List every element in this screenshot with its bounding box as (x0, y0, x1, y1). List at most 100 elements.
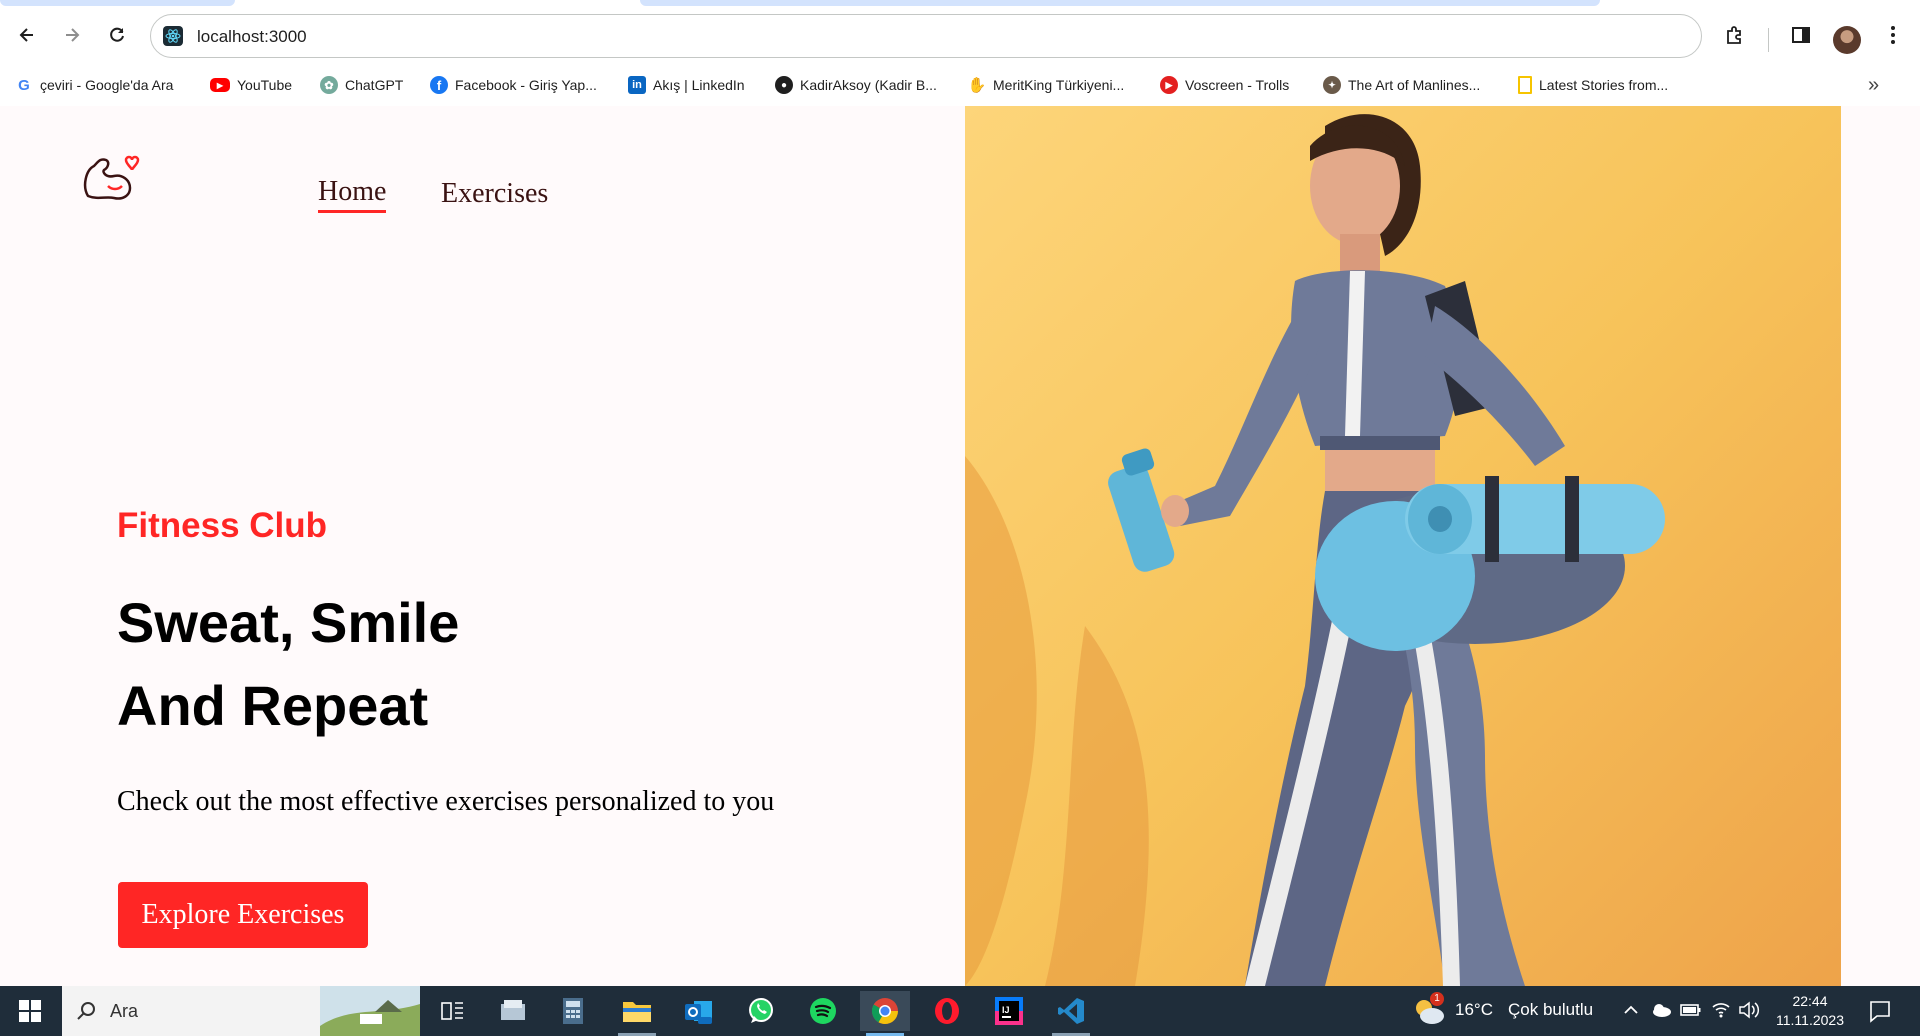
hero-banner-image (965, 106, 1841, 986)
chevron-up-icon (1624, 1005, 1638, 1014)
hero-title-line1: Sweat, Smile (117, 591, 460, 654)
taskbar-app-vscode[interactable] (1046, 991, 1096, 1036)
bookmark-item[interactable]: Latest Stories from... (1518, 74, 1668, 96)
bookmark-label: Voscreen - Trolls (1185, 77, 1290, 93)
github-icon: ● (775, 76, 793, 94)
taskbar-search[interactable]: Ara (62, 986, 420, 1036)
bookmark-label: çeviri - Google'da Ara (40, 77, 174, 93)
wifi-tray[interactable] (1710, 999, 1732, 1024)
notification-center-button[interactable] (1868, 999, 1892, 1028)
clock-date: 11.11.2023 (1776, 1012, 1844, 1028)
toolbar-separator (1768, 28, 1769, 52)
react-site-icon (163, 26, 183, 46)
folder-icon (623, 1002, 651, 1022)
taskbar-app-chrome[interactable] (860, 991, 910, 1036)
volume-tray[interactable] (1738, 1000, 1760, 1025)
weather-description[interactable]: Çok bulutlu (1508, 1000, 1593, 1020)
extensions-button[interactable] (1720, 20, 1750, 50)
chrome-menu-button[interactable] (1878, 20, 1908, 50)
bookmark-label: Latest Stories from... (1539, 77, 1669, 93)
bookmark-yellow-icon (1518, 76, 1532, 94)
windows-logo-icon (19, 1000, 41, 1022)
forward-arrow-icon (66, 28, 80, 42)
weather-temperature[interactable]: 16°C (1455, 1000, 1493, 1020)
bookmark-item[interactable]: ▶ Voscreen - Trolls (1160, 74, 1289, 96)
forward-button[interactable] (55, 18, 89, 52)
nav-home-link[interactable]: Home (318, 176, 387, 213)
whatsapp-icon (749, 998, 773, 1023)
hand-icon: ✋ (967, 77, 987, 94)
weather-badge: 1 (1430, 992, 1444, 1006)
search-highlight-image (320, 986, 420, 1036)
speaker-icon (1739, 1001, 1760, 1019)
bookmark-item[interactable]: ✋ MeritKing Türkiyeni... (967, 74, 1125, 96)
taskbar-app-opera[interactable] (922, 991, 972, 1031)
vscode-icon (1058, 998, 1084, 1024)
search-icon (77, 1002, 95, 1020)
tray-overflow-button[interactable] (1622, 1001, 1640, 1024)
taskbar-app-calculator[interactable] (548, 991, 598, 1031)
kebab-menu-icon (1891, 26, 1895, 44)
bookmark-item[interactable]: ✦ The Art of Manlines... (1323, 74, 1480, 96)
bookmark-label: Akış | LinkedIn (653, 77, 745, 93)
more-bookmarks-button[interactable]: » (1868, 74, 1879, 97)
search-placeholder: Ara (110, 1001, 139, 1021)
reload-button[interactable] (100, 18, 134, 52)
taskbar-app-file-explorer[interactable] (612, 991, 662, 1036)
manliness-icon: ✦ (1323, 76, 1341, 94)
spotify-icon (810, 998, 836, 1024)
voscreen-icon: ▶ (1160, 76, 1178, 94)
nav-exercises-link[interactable]: Exercises (441, 178, 548, 210)
file-explorer-icon (501, 1000, 525, 1020)
bookmarks-bar: G çeviri - Google'da Ara ▶ YouTube ✿ Cha… (0, 64, 1920, 106)
browser-toolbar: localhost:3000 (0, 6, 1920, 64)
address-bar[interactable]: localhost:3000 (150, 14, 1702, 58)
bookmark-item[interactable]: G çeviri - Google'da Ara (15, 74, 173, 96)
youtube-icon: ▶ (210, 78, 230, 92)
puzzle-icon (1727, 26, 1741, 44)
battery-tray[interactable] (1680, 1001, 1702, 1024)
url-text[interactable]: localhost:3000 (197, 27, 307, 47)
task-view-button[interactable] (428, 991, 478, 1031)
chrome-icon (871, 998, 899, 1025)
hero-subtitle: Fitness Club (117, 506, 328, 545)
bookmark-label: MeritKing Türkiyeni... (993, 77, 1125, 93)
start-button[interactable] (0, 986, 60, 1036)
bookmark-label: ChatGPT (345, 77, 404, 93)
task-view-icon (441, 1002, 463, 1020)
bookmark-item[interactable]: ● KadirAksoy (Kadir B... (775, 74, 937, 96)
opera-icon (935, 998, 959, 1024)
hero-title: Sweat, Smile And Repeat (117, 581, 459, 747)
taskbar-app-intellij[interactable]: IJ (984, 991, 1034, 1031)
taskbar-app-outlook[interactable] (674, 991, 724, 1031)
side-panel-button[interactable] (1786, 20, 1816, 50)
double-chevron-right-icon: » (1868, 74, 1880, 96)
bookmark-label: Facebook - Giriş Yap... (455, 77, 597, 93)
bookmark-item[interactable]: f Facebook - Giriş Yap... (430, 74, 597, 96)
back-button[interactable] (10, 18, 44, 52)
bookmark-item[interactable]: in Akış | LinkedIn (628, 74, 745, 96)
svg-text:IJ: IJ (1002, 1005, 1010, 1015)
bookmark-item[interactable]: ✿ ChatGPT (320, 74, 403, 96)
bookmark-item[interactable]: ▶ YouTube (210, 74, 292, 96)
outlook-icon (685, 1001, 712, 1024)
linkedin-icon: in (628, 76, 646, 94)
weather-widget-icon[interactable]: 1 (1412, 992, 1446, 1026)
app-page: Home Exercises Fitness Club Sweat, Smile… (0, 106, 1920, 986)
side-panel-icon (1792, 27, 1810, 43)
clock-time: 22:44 (1792, 993, 1828, 1009)
wifi-icon (1712, 1003, 1730, 1018)
taskbar-app-whatsapp[interactable] (736, 991, 786, 1031)
windows-taskbar: Ara IJ 1 16°C Çok bulutlu 22:44 11.11.20… (0, 986, 1920, 1036)
explore-exercises-button[interactable]: Explore Exercises (118, 882, 368, 948)
system-clock[interactable]: 22:44 11.11.2023 (1770, 992, 1850, 1030)
profile-avatar[interactable] (1833, 26, 1861, 54)
reload-icon (110, 27, 124, 42)
bookmark-label: YouTube (237, 77, 293, 93)
taskbar-app-spotify[interactable] (798, 991, 848, 1031)
chatgpt-icon: ✿ (320, 76, 338, 94)
gym-logo-icon[interactable] (78, 146, 142, 210)
taskbar-app-explorer-old[interactable] (488, 991, 538, 1031)
onedrive-tray[interactable] (1650, 1000, 1672, 1025)
battery-icon (1680, 1004, 1701, 1016)
